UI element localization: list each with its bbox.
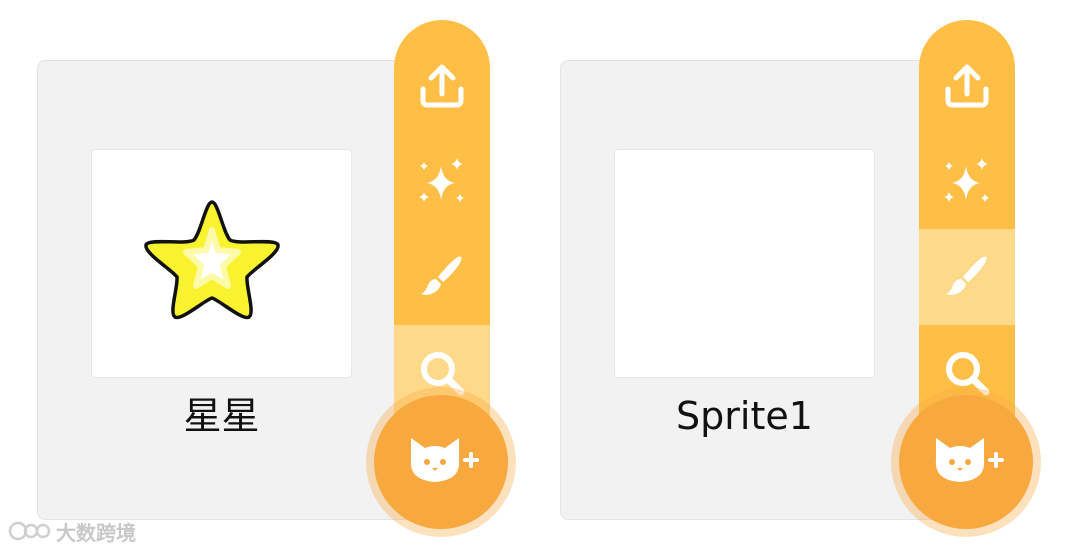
upload-sprite-button[interactable]: [394, 38, 490, 134]
sprite-add-menu: [919, 20, 1015, 420]
paint-sprite-button[interactable]: [394, 229, 490, 325]
sprite-thumbnail-star[interactable]: [91, 149, 352, 378]
cat-plus-icon: [935, 438, 1004, 482]
upload-sprite-button[interactable]: [919, 38, 1015, 134]
surprise-sprite-button[interactable]: [919, 133, 1015, 229]
choose-sprite-button[interactable]: [374, 395, 508, 529]
upload-icon: [420, 64, 464, 108]
paintbrush-icon: [421, 256, 462, 295]
watermark-logo-icon: [8, 521, 51, 541]
sprite-name-label: Sprite1: [676, 394, 813, 438]
sprite-add-menu: [394, 20, 490, 420]
upload-icon: [945, 64, 989, 108]
cat-plus-icon: [410, 438, 479, 482]
paintbrush-icon: [946, 256, 987, 295]
choose-sprite-button[interactable]: [899, 395, 1033, 529]
watermark-text: 大数跨境: [56, 520, 136, 545]
star-costume-image: [144, 200, 280, 320]
paint-sprite-button[interactable]: [919, 229, 1015, 325]
watermark: 大数跨境: [8, 516, 136, 546]
sprite-name-label: 星星: [183, 394, 260, 438]
sprite-thumbnail-empty[interactable]: [614, 149, 875, 378]
sparkles-icon: [419, 158, 464, 202]
search-icon: [946, 352, 990, 396]
surprise-sprite-button[interactable]: [394, 133, 490, 229]
sparkles-icon: [944, 158, 989, 202]
search-icon: [421, 352, 465, 396]
